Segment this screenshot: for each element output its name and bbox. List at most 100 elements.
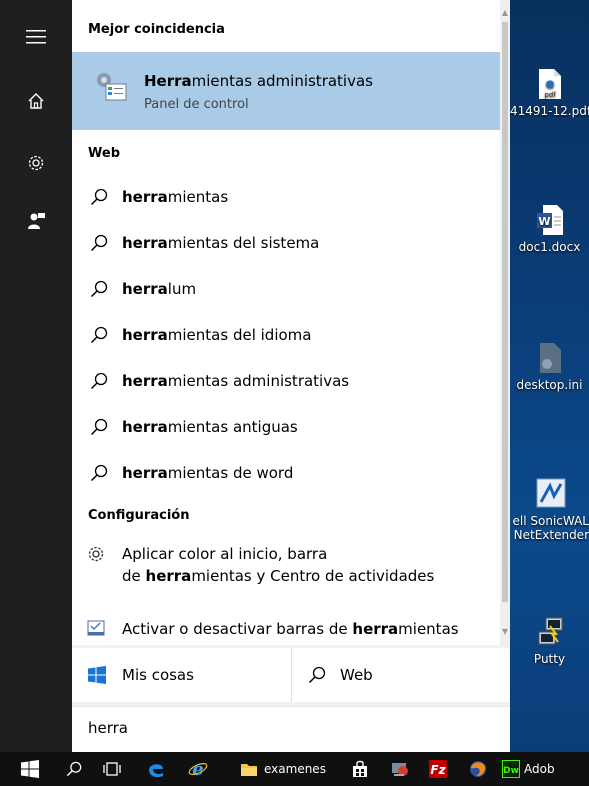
web-suggestion[interactable]: herramientas del sistema (72, 220, 500, 266)
firefox-icon (470, 761, 486, 777)
start-rail (0, 0, 72, 752)
web-suggestion-text: herralum (122, 280, 196, 298)
web-suggestion-text: herramientas (122, 188, 228, 206)
search-icon (90, 418, 108, 436)
app-icon (392, 763, 408, 776)
folder-icon (241, 764, 257, 776)
svg-text:W: W (538, 215, 550, 228)
web-suggestion-text: herramientas del sistema (122, 234, 319, 252)
scroll-down-arrow[interactable]: ▼ (500, 625, 510, 639)
tab-divider (291, 648, 292, 702)
desktop-item-docx[interactable]: W doc1.docx (510, 204, 589, 254)
search-icon (66, 761, 82, 777)
desktop-item-label: ell SonicWAL (512, 514, 589, 528)
dreamweaver-icon: Dw (502, 760, 520, 778)
tab-my-stuff-label: Mis cosas (122, 666, 194, 684)
match-rest: lum (167, 280, 197, 298)
filezilla-button[interactable]: Fz (420, 752, 456, 786)
desktop-item-label: 41491-12.pdf (510, 104, 589, 118)
start-button[interactable] (6, 752, 54, 786)
dreamweaver-button[interactable]: Dw Adob (502, 752, 589, 786)
search-icon (90, 326, 108, 344)
home-icon (28, 93, 44, 109)
svg-text:e: e (545, 77, 554, 92)
web-suggestion[interactable]: herralum (72, 266, 500, 312)
settings-button[interactable] (0, 140, 72, 186)
web-suggestion[interactable]: herramientas antiguas (72, 404, 500, 450)
svg-text:pdf: pdf (544, 91, 556, 99)
toolbar-settings-icon (87, 620, 105, 636)
search-input[interactable] (88, 719, 488, 737)
taskbar-folder-label: examenes (264, 762, 326, 776)
ini-file-icon (536, 342, 564, 374)
edge-button[interactable] (138, 752, 174, 786)
scrollbar-thumb[interactable] (502, 22, 508, 602)
web-suggestion-text: herramientas de word (122, 464, 293, 482)
search-icon (90, 372, 108, 390)
task-view-button[interactable] (94, 752, 130, 786)
desktop: e pdf 41491-12.pdf W doc1.docx desktop.in… (510, 0, 589, 752)
search-icon (90, 280, 108, 298)
settings-item-toolbars[interactable]: Activar o desactivar barras de herramien… (72, 610, 500, 645)
web-suggestion-text: herramientas del idioma (122, 326, 311, 344)
pdf-file-icon: e pdf (536, 68, 564, 100)
search-scope-tabs: Mis cosas Web (72, 648, 510, 702)
internet-explorer-icon: e (188, 759, 208, 779)
desktop-item-pdf[interactable]: e pdf 41491-12.pdf (510, 68, 589, 118)
svg-text:e: e (192, 759, 203, 779)
match-bold: herra (122, 188, 168, 206)
match-rest: mientas administrativas (167, 372, 350, 390)
word-document-icon: W (536, 204, 564, 236)
search-panel: Mejor coincidencia Herramientas administ… (72, 0, 510, 752)
best-match-subtitle: Panel de control (144, 97, 249, 112)
settings-header: Configuración (88, 508, 190, 523)
tab-web[interactable]: Web (308, 648, 498, 702)
netextender-icon (536, 478, 565, 510)
app-button[interactable] (382, 752, 418, 786)
match-rest: mientas y Centro de actividades (191, 567, 435, 585)
web-header: Web (88, 146, 120, 161)
store-icon (353, 760, 367, 777)
store-button[interactable] (342, 752, 378, 786)
results-scrollbar[interactable]: ▲ ▼ (500, 0, 510, 645)
taskbar-search-button[interactable] (56, 752, 92, 786)
match-bold: herra (352, 620, 399, 638)
taskbar: e examenes Fz Dw Adob (0, 752, 589, 786)
web-suggestion[interactable]: herramientas administrativas (72, 358, 500, 404)
settings-item-taskbar-color[interactable]: Aplicar color al inicio, barra de herram… (72, 536, 500, 600)
desktop-item-ini[interactable]: desktop.ini (510, 342, 589, 392)
match-bold: herra (122, 326, 168, 344)
desktop-item-putty[interactable]: Putty (510, 616, 589, 666)
search-icon (90, 188, 108, 206)
search-box[interactable] (72, 706, 510, 752)
firefox-button[interactable] (460, 752, 496, 786)
desktop-item-netextender[interactable]: ell SonicWAL NetExtender (510, 478, 589, 542)
settings-item-line2: de herramientas y Centro de actividades (122, 565, 434, 587)
putty-icon (536, 616, 564, 648)
home-button[interactable] (0, 78, 72, 124)
taskbar-folder-examenes[interactable]: examenes (240, 752, 340, 786)
hamburger-menu-button[interactable] (0, 14, 72, 60)
match-rest: mientas (167, 188, 229, 206)
match-rest: mientas del sistema (167, 234, 320, 252)
desktop-item-label: doc1.docx (518, 240, 581, 254)
best-match-item[interactable]: Herramientas administrativas Panel de co… (72, 52, 500, 130)
match-rest: mientas antiguas (167, 418, 298, 436)
line2-pre: de (122, 567, 146, 585)
feedback-button[interactable] (0, 198, 72, 244)
desktop-item-label: Putty (533, 652, 566, 666)
tab-my-stuff[interactable]: Mis cosas (88, 648, 288, 702)
web-suggestion[interactable]: herramientas del idioma (72, 312, 500, 358)
search-icon (90, 464, 108, 482)
svg-text:Dw: Dw (503, 766, 519, 776)
web-suggestion[interactable]: herramientas de word (72, 450, 500, 496)
internet-explorer-button[interactable]: e (180, 752, 216, 786)
best-match-header: Mejor coincidencia (88, 22, 225, 37)
best-match-title-bold: Herra (144, 72, 192, 90)
match-bold: herra (122, 372, 168, 390)
filezilla-icon: Fz (429, 760, 447, 778)
dreamweaver-label: Adob (524, 762, 555, 776)
scroll-up-arrow[interactable]: ▲ (500, 6, 510, 20)
match-rest: mientas (398, 620, 459, 638)
web-suggestion[interactable]: herramientas (72, 174, 500, 220)
